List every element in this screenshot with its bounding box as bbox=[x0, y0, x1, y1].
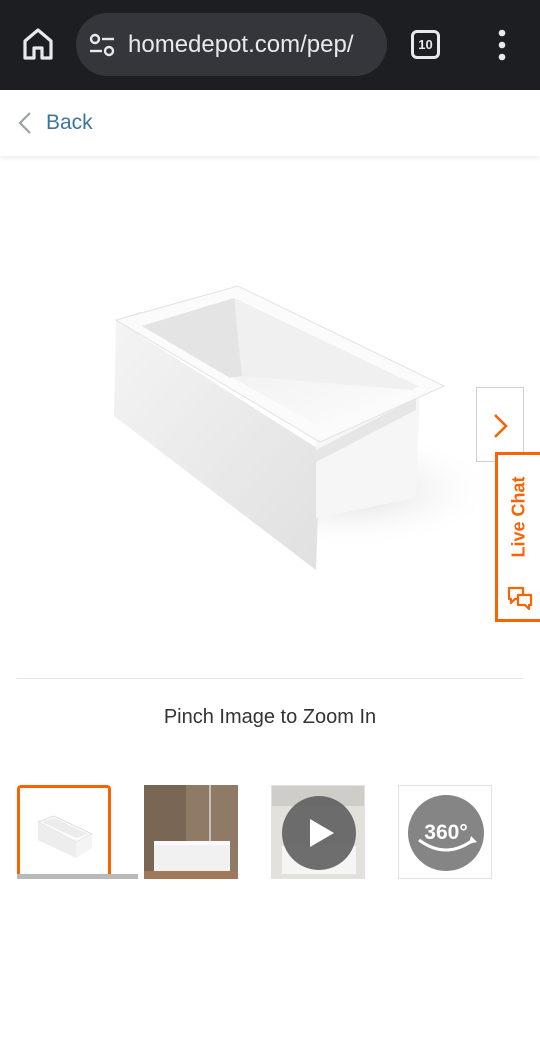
chat-bubbles-icon bbox=[507, 586, 533, 611]
360-view-icon: 360° bbox=[408, 795, 484, 871]
more-options-icon[interactable] bbox=[488, 27, 516, 63]
zoom-hint: Pinch Image to Zoom In bbox=[163, 706, 377, 728]
live-chat-label: Live Chat bbox=[508, 476, 529, 558]
thumbnail-image-2[interactable] bbox=[144, 785, 238, 879]
site-settings-icon[interactable] bbox=[89, 33, 115, 57]
divider bbox=[17, 678, 523, 679]
home-icon[interactable] bbox=[20, 26, 56, 62]
bathtub-thumbnail-image bbox=[20, 788, 108, 876]
address-bar[interactable]: homedepot.com/pep/ bbox=[76, 13, 387, 76]
thumbnail-scrollbar[interactable] bbox=[17, 874, 138, 879]
url-text: homedepot.com/pep/ bbox=[128, 31, 354, 58]
next-image-button[interactable] bbox=[476, 387, 524, 462]
browser-toolbar: homedepot.com/pep/ 10 bbox=[0, 0, 540, 90]
chevron-left-icon bbox=[18, 112, 31, 134]
back-label: Back bbox=[46, 111, 93, 134]
back-button[interactable]: Back bbox=[16, 108, 93, 138]
product-image[interactable] bbox=[20, 180, 520, 665]
thumbnail-video[interactable] bbox=[271, 785, 365, 879]
back-bar: Back bbox=[0, 90, 540, 156]
thumbnail-360-label: 360° bbox=[424, 821, 467, 844]
bathroom-photo-image bbox=[144, 785, 238, 879]
tab-switcher-button[interactable]: 10 bbox=[411, 30, 440, 59]
thumbnail-image-1[interactable] bbox=[17, 785, 111, 879]
live-chat-button[interactable]: Live Chat bbox=[495, 452, 540, 622]
video-thumbnail-image bbox=[272, 786, 364, 878]
thumbnail-360-view[interactable]: 360° bbox=[398, 785, 492, 879]
